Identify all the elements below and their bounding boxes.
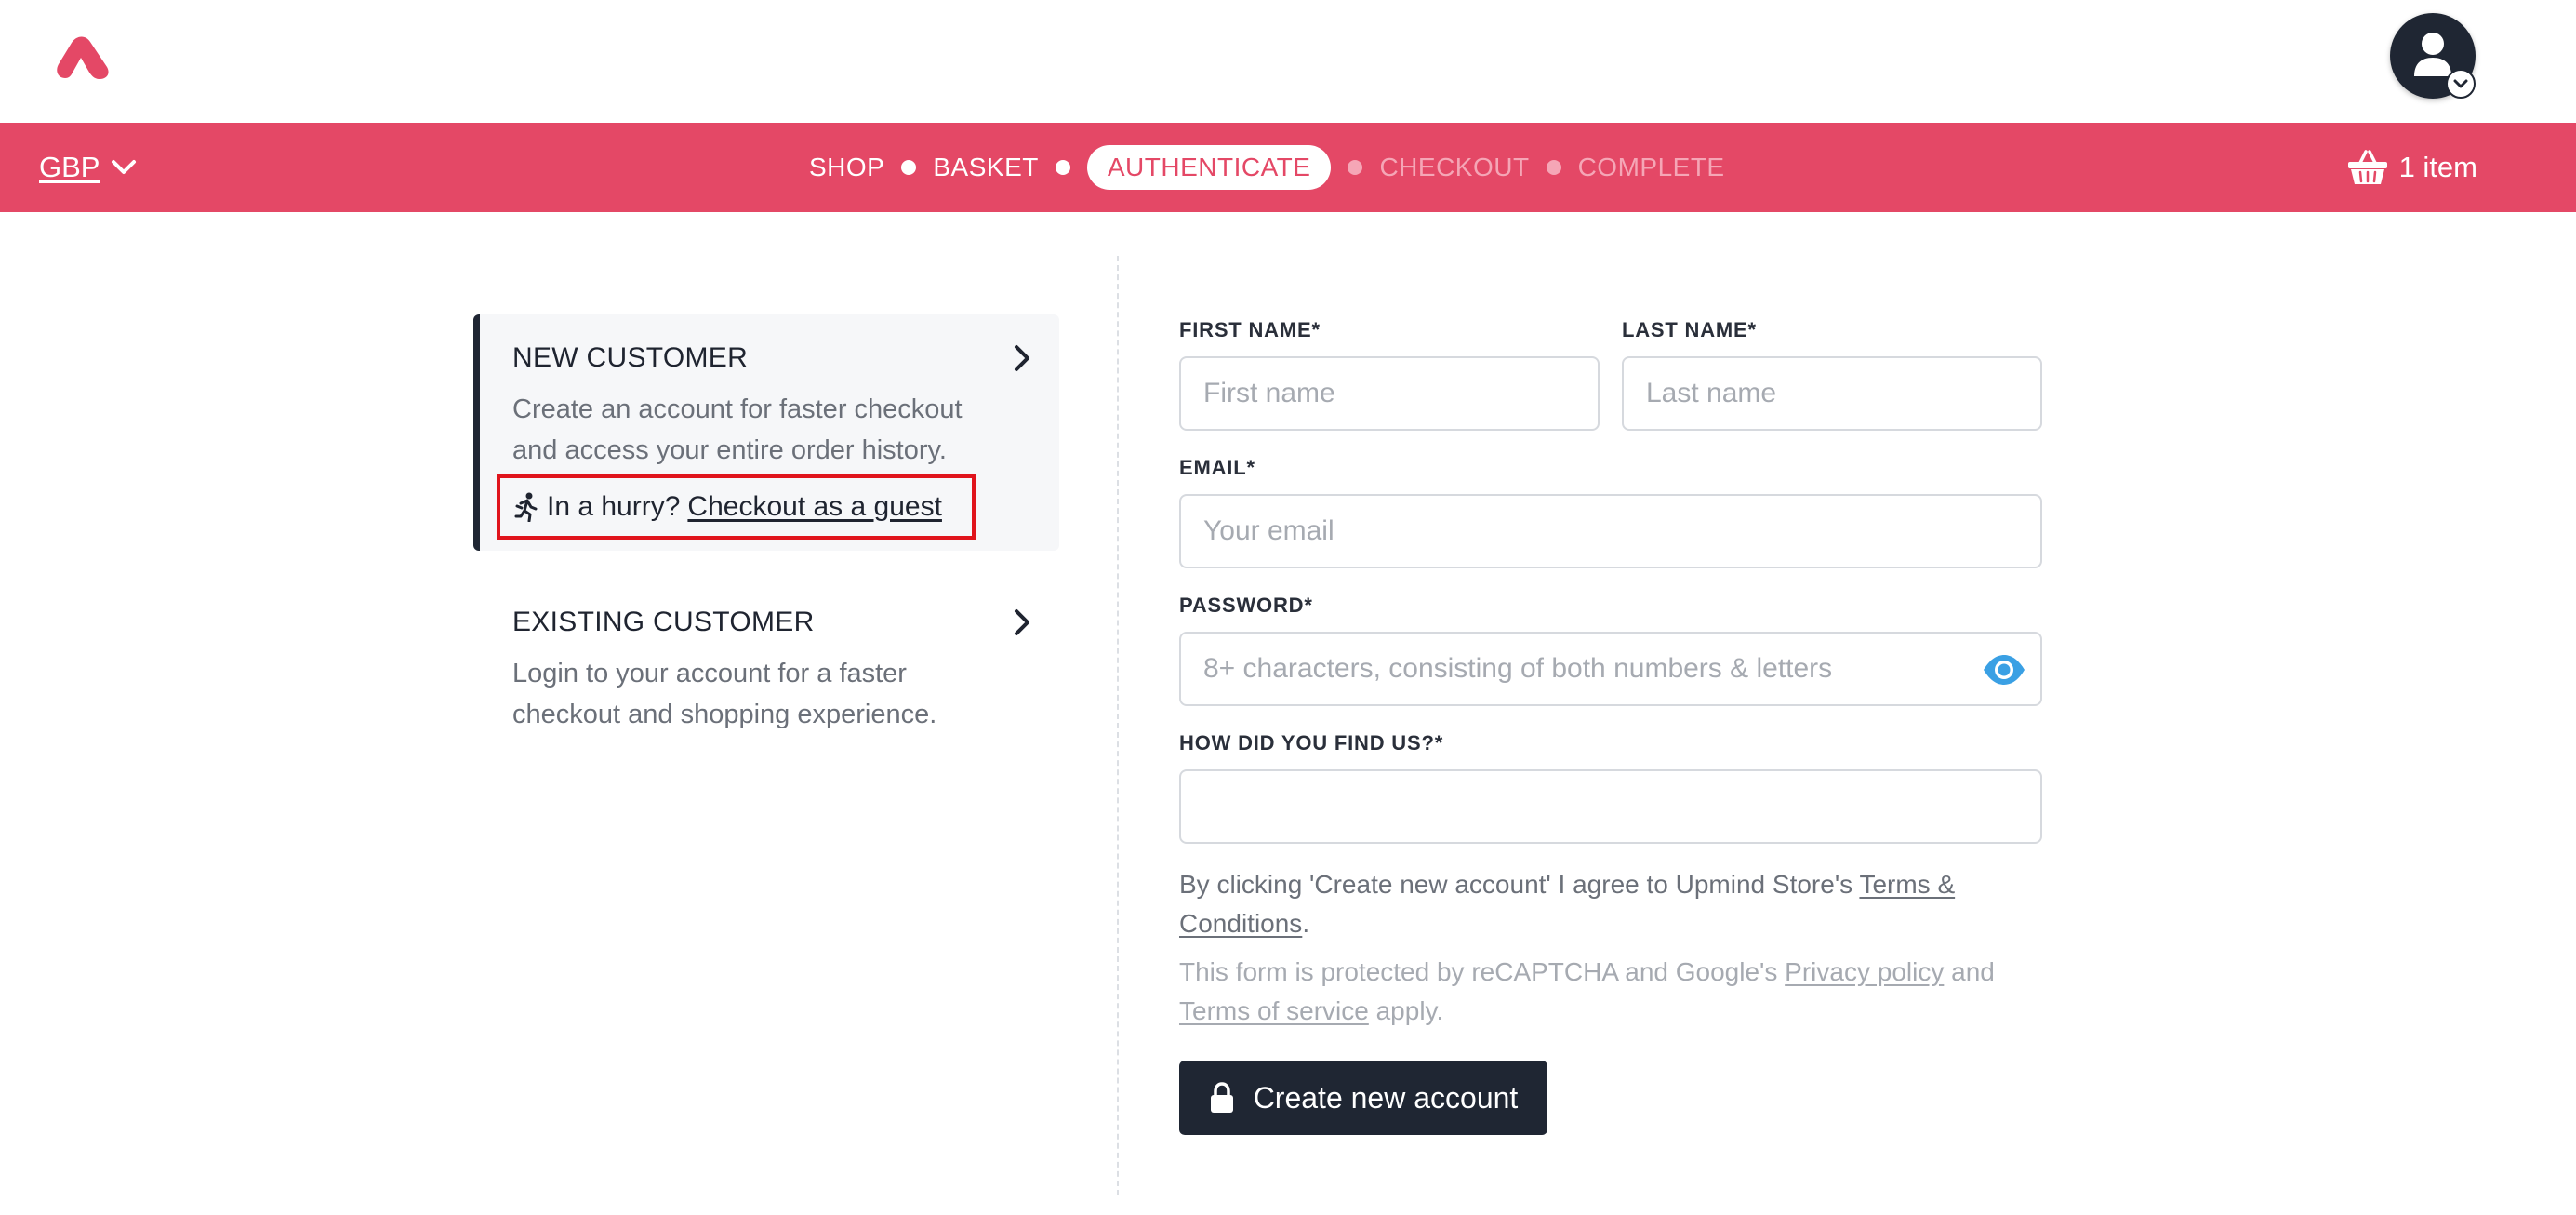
step-separator: [1055, 160, 1070, 175]
currency-selector[interactable]: GBP: [39, 147, 137, 188]
guest-hurry-text: In a hurry?: [547, 491, 681, 522]
password-input[interactable]: [1179, 632, 2042, 706]
step-separator: [901, 160, 917, 175]
chevron-down-icon: [2453, 79, 2468, 88]
terms-of-service-link[interactable]: Terms of service: [1179, 996, 1369, 1025]
email-input[interactable]: [1179, 494, 2042, 568]
terms-notice: By clicking 'Create new account' I agree…: [1179, 865, 2053, 943]
show-password-icon[interactable]: [1981, 651, 2027, 688]
chevron-down-icon: [112, 160, 137, 174]
step-separator: [1348, 160, 1363, 175]
chevron-right-icon: [1015, 345, 1029, 371]
recaptcha-suffix: apply.: [1368, 996, 1444, 1025]
brand-logo-icon[interactable]: [56, 33, 110, 80]
top-header: [0, 0, 2576, 123]
create-account-button[interactable]: Create new account: [1179, 1061, 1547, 1135]
account-menu-toggle[interactable]: [2446, 69, 2476, 99]
existing-customer-title: EXISTING CUSTOMER: [512, 607, 815, 637]
terms-prefix: By clicking 'Create new account' I agree…: [1179, 870, 1860, 899]
step-basket[interactable]: BASKET: [933, 153, 1038, 182]
first-name-input[interactable]: [1179, 356, 1600, 431]
last-name-input[interactable]: [1622, 356, 2042, 431]
recaptcha-middle: and: [1944, 957, 1995, 986]
email-label: EMAIL*: [1179, 456, 1255, 479]
currency-code[interactable]: GBP: [39, 151, 100, 184]
step-authenticate: AUTHENTICATE: [1086, 145, 1332, 190]
cart-count: 1 item: [2398, 151, 2477, 183]
find-us-select[interactable]: [1179, 769, 2042, 844]
existing-customer-panel[interactable]: EXISTING CUSTOMER Login to your account …: [473, 579, 1059, 755]
guest-checkout-option: In a hurry? Checkout as a guest: [497, 474, 976, 540]
first-name-label: FIRST NAME*: [1179, 318, 1321, 341]
user-icon: [2414, 33, 2451, 76]
column-divider: [1117, 256, 1119, 1195]
step-shop[interactable]: SHOP: [809, 153, 884, 182]
chevron-right-icon: [1015, 609, 1029, 635]
lock-icon: [1210, 1082, 1233, 1113]
last-name-label: LAST NAME*: [1622, 318, 1757, 341]
step-complete: COMPLETE: [1577, 153, 1725, 181]
checkout-steps: SHOP BASKET AUTHENTICATE CHECKOUT COMPLE…: [809, 143, 1725, 192]
step-separator: [1546, 160, 1561, 175]
basket-icon: [2347, 150, 2387, 184]
privacy-policy-link[interactable]: Privacy policy: [1785, 957, 1944, 986]
recaptcha-notice: This form is protected by reCAPTCHA and …: [1179, 953, 2053, 1031]
password-label: PASSWORD*: [1179, 594, 1313, 617]
find-us-label: HOW DID YOU FIND US?*: [1179, 731, 1444, 754]
recaptcha-prefix: This form is protected by reCAPTCHA and …: [1179, 957, 1786, 986]
existing-customer-description: Login to your account for a faster check…: [512, 659, 937, 729]
running-person-icon: [514, 492, 538, 522]
new-customer-title: NEW CUSTOMER: [512, 342, 749, 373]
new-customer-description: Create an account for faster checkout an…: [512, 394, 963, 465]
checkout-progress-bar: GBP SHOP BASKET AUTHENTICATE CHECKOUT CO…: [0, 123, 2576, 212]
step-checkout: CHECKOUT: [1379, 153, 1530, 181]
terms-suffix: .: [1302, 909, 1310, 938]
create-account-label: Create new account: [1253, 1080, 1519, 1115]
checkout-as-guest-link[interactable]: Checkout as a guest: [687, 491, 942, 523]
cart-summary[interactable]: 1 item: [2347, 143, 2477, 192]
